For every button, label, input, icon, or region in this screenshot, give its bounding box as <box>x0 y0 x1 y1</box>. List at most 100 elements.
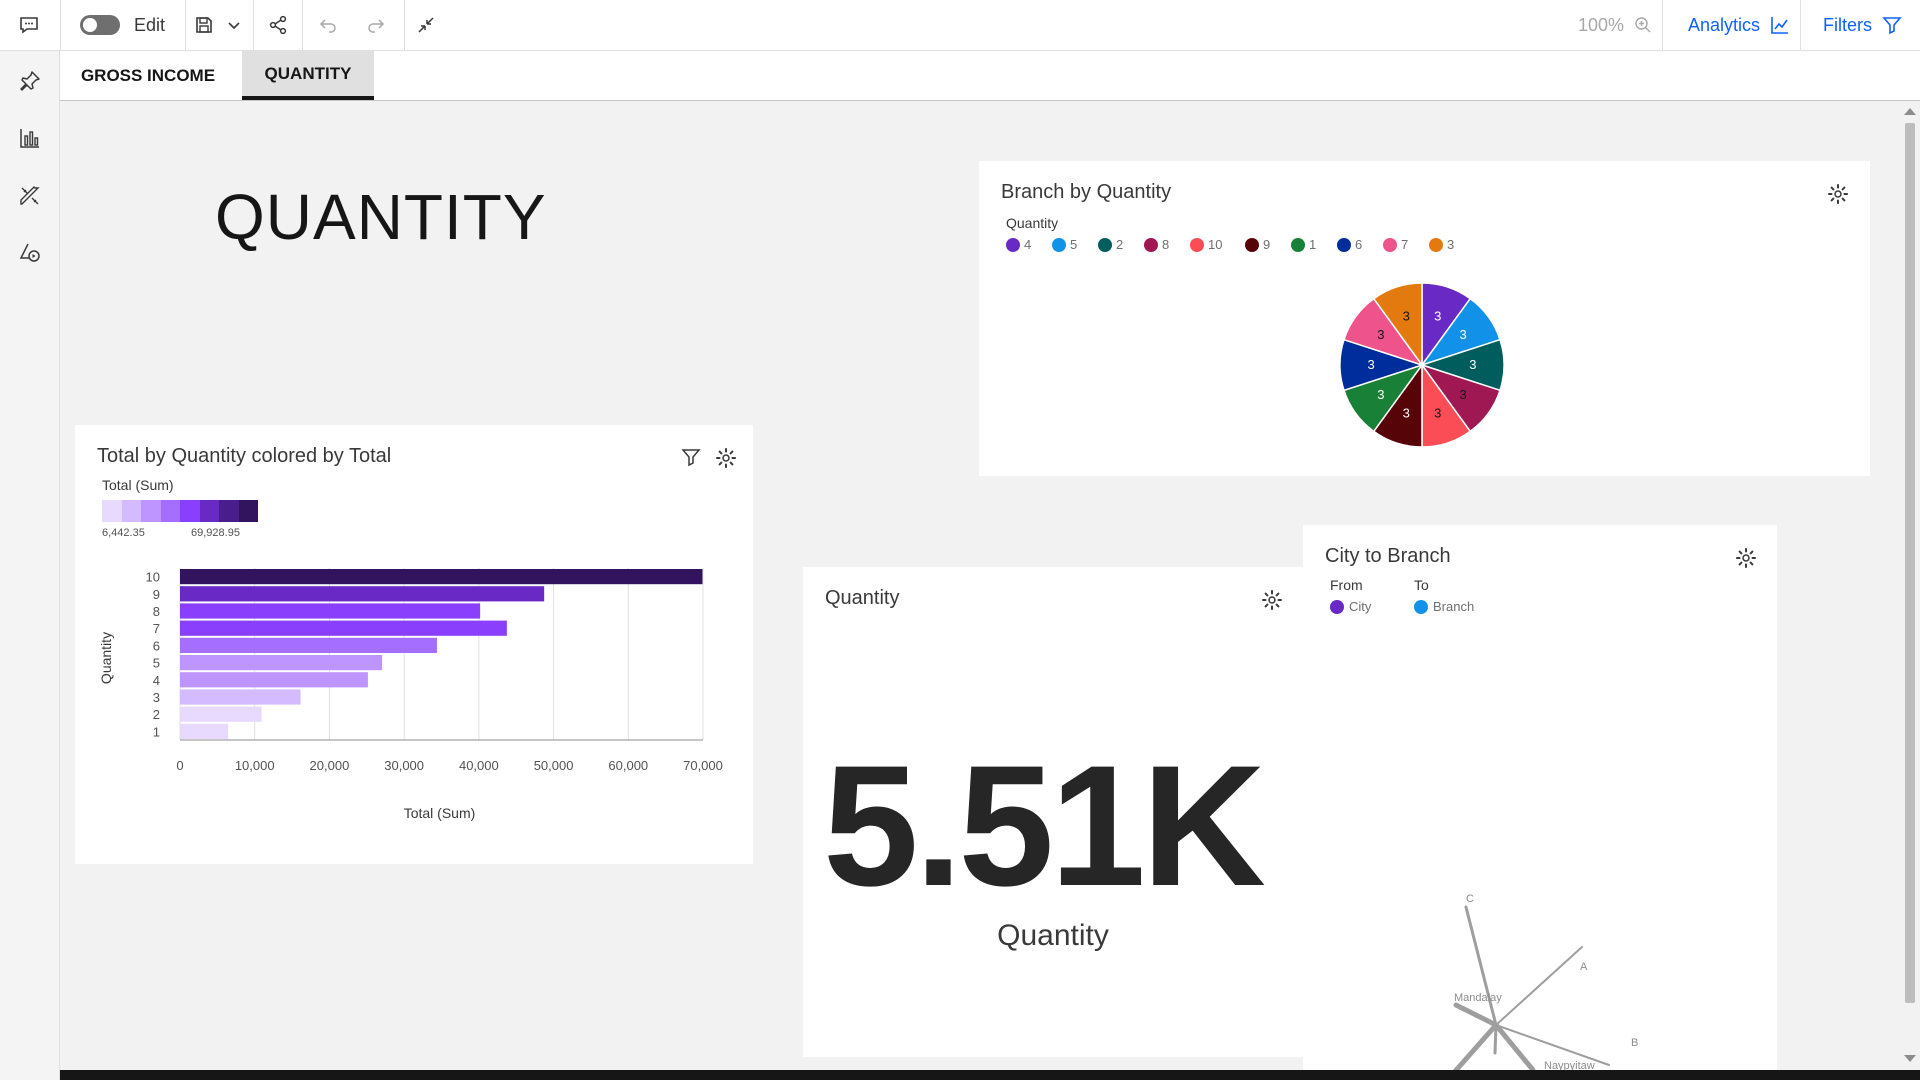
network-card[interactable]: City to Branch From To City Branch C A M… <box>1303 525 1777 1070</box>
tools-icon[interactable] <box>16 182 44 210</box>
scroll-up-arrow[interactable] <box>1904 108 1916 115</box>
card-tools <box>1827 183 1849 210</box>
slice-data-label: 3 <box>1368 357 1375 372</box>
settings-icon[interactable] <box>1735 547 1757 574</box>
visualizations-icon[interactable] <box>16 124 44 152</box>
legend-min: 6,442.35 <box>102 527 145 539</box>
filter-icon[interactable] <box>681 447 701 474</box>
legend-swatch <box>1291 237 1305 252</box>
scroll-down-arrow[interactable] <box>1904 1055 1916 1062</box>
card-title: Quantity <box>825 587 900 609</box>
legend-item[interactable]: 3 <box>1429 237 1454 252</box>
x-tick-label: 50,000 <box>534 758 574 773</box>
legend-item[interactable]: 2 <box>1098 237 1123 252</box>
pie-chart: 3333333333 <box>1339 282 1505 448</box>
y-axis-label: Quantity <box>98 632 114 684</box>
vertical-scrollbar[interactable] <box>1900 101 1920 1070</box>
bar-chart: 0 10,000 20,000 30,000 40,000 50,000 60,000 70,… <box>98 568 723 821</box>
x-tick-label: 0 <box>176 758 183 773</box>
legend-swatch <box>1414 599 1428 614</box>
legend-item[interactable]: 9 <box>1245 237 1270 252</box>
x-tick-label: 10,000 <box>235 758 275 773</box>
filter-icon <box>1882 15 1902 35</box>
zoom-level[interactable]: 100% <box>1578 0 1652 50</box>
bar[interactable] <box>180 620 507 636</box>
top-toolbar: Edit 100% Analytics Filters <box>0 0 1920 51</box>
legend-swatch <box>1006 237 1020 252</box>
y-tick-label: 10 <box>146 570 160 585</box>
bar[interactable] <box>180 672 368 688</box>
legend-swatch <box>1429 237 1443 252</box>
to-legend-item: Branch <box>1414 599 1474 614</box>
y-tick-label: 7 <box>153 621 160 636</box>
bar[interactable] <box>180 586 545 602</box>
bar[interactable] <box>180 723 229 739</box>
network-graph: C A Mandalay B Naypyitaw <box>1452 893 1638 1070</box>
bar[interactable] <box>180 706 262 722</box>
pin-icon[interactable] <box>16 67 44 95</box>
comment-icon[interactable] <box>18 0 40 50</box>
redo-icon[interactable] <box>366 0 386 50</box>
node-label: B <box>1631 1037 1638 1049</box>
save-icon[interactable] <box>194 0 214 50</box>
analytics-button[interactable]: Analytics <box>1688 0 1790 50</box>
legend-item[interactable]: 1 <box>1291 237 1316 252</box>
x-tick-label: 30,000 <box>384 758 424 773</box>
legend-item[interactable]: 8 <box>1144 237 1169 252</box>
dashboard-tabs: GROSS INCOME QUANTITY <box>60 51 1920 101</box>
bar-card[interactable]: Total by Quantity colored by Total Total… <box>75 425 753 864</box>
settings-icon[interactable] <box>1261 589 1283 616</box>
edit-toggle[interactable]: Edit <box>80 0 165 50</box>
bar[interactable] <box>180 655 383 671</box>
legend-label: 1 <box>1309 237 1317 252</box>
y-tick-label: 5 <box>153 656 160 671</box>
bar[interactable] <box>180 603 481 619</box>
legend-item[interactable]: 10 <box>1190 237 1222 252</box>
legend-label: Branch <box>1433 599 1475 614</box>
y-tick-label: 3 <box>153 690 160 705</box>
legend-label: 8 <box>1162 237 1170 252</box>
toggle-switch[interactable] <box>80 15 120 35</box>
kpi-card[interactable]: Quantity 5.51K Quantity <box>803 567 1303 1057</box>
slice-data-label: 3 <box>1469 357 1476 372</box>
legend-label: City <box>1349 599 1372 614</box>
legend-item[interactable]: 7 <box>1383 237 1408 252</box>
slice-data-label: 3 <box>1460 327 1467 342</box>
trend-icon <box>1770 15 1790 35</box>
y-tick-label: 2 <box>153 707 160 722</box>
undo-icon[interactable] <box>318 0 338 50</box>
share-icon[interactable] <box>268 0 288 50</box>
collapse-icon[interactable] <box>416 0 436 50</box>
card-title: Branch by Quantity <box>1001 181 1172 203</box>
bar[interactable] <box>180 637 437 653</box>
x-tick-label: 20,000 <box>310 758 350 773</box>
pie-card[interactable]: Branch by Quantity Quantity 4 5 2 8 10 9 1 6 7 3 … <box>979 161 1870 476</box>
card-title: City to Branch <box>1325 545 1451 567</box>
slice-data-label: 3 <box>1377 327 1384 342</box>
legend-swatch <box>1337 237 1351 252</box>
tab-quantity[interactable]: QUANTITY <box>242 51 374 100</box>
tab-gross-income[interactable]: GROSS INCOME <box>60 51 236 100</box>
legend-swatch <box>1330 599 1344 614</box>
slice-data-label: 3 <box>1434 405 1441 420</box>
gradient-swatch <box>160 500 180 522</box>
legend-swatch <box>1245 237 1259 252</box>
bar[interactable] <box>180 689 301 705</box>
analytics-label: Analytics <box>1688 14 1761 35</box>
settings-icon[interactable] <box>715 447 737 474</box>
shapes-icon[interactable] <box>16 239 44 267</box>
kpi-label: Quantity <box>997 919 1109 952</box>
chevron-down-icon[interactable] <box>226 0 242 50</box>
settings-icon[interactable] <box>1827 183 1849 210</box>
legend-label: 6 <box>1355 237 1363 252</box>
legend-item[interactable]: 4 <box>1006 237 1031 252</box>
legend-label: 9 <box>1263 237 1271 252</box>
legend-swatch <box>1098 237 1112 252</box>
filters-button[interactable]: Filters <box>1823 0 1902 50</box>
legend-title: Quantity <box>1006 215 1059 231</box>
legend-item[interactable]: 6 <box>1337 237 1362 252</box>
legend-item[interactable]: 5 <box>1052 237 1077 252</box>
bar[interactable] <box>180 569 703 585</box>
scroll-thumb[interactable] <box>1905 123 1915 1003</box>
legend-swatch <box>1144 237 1158 252</box>
